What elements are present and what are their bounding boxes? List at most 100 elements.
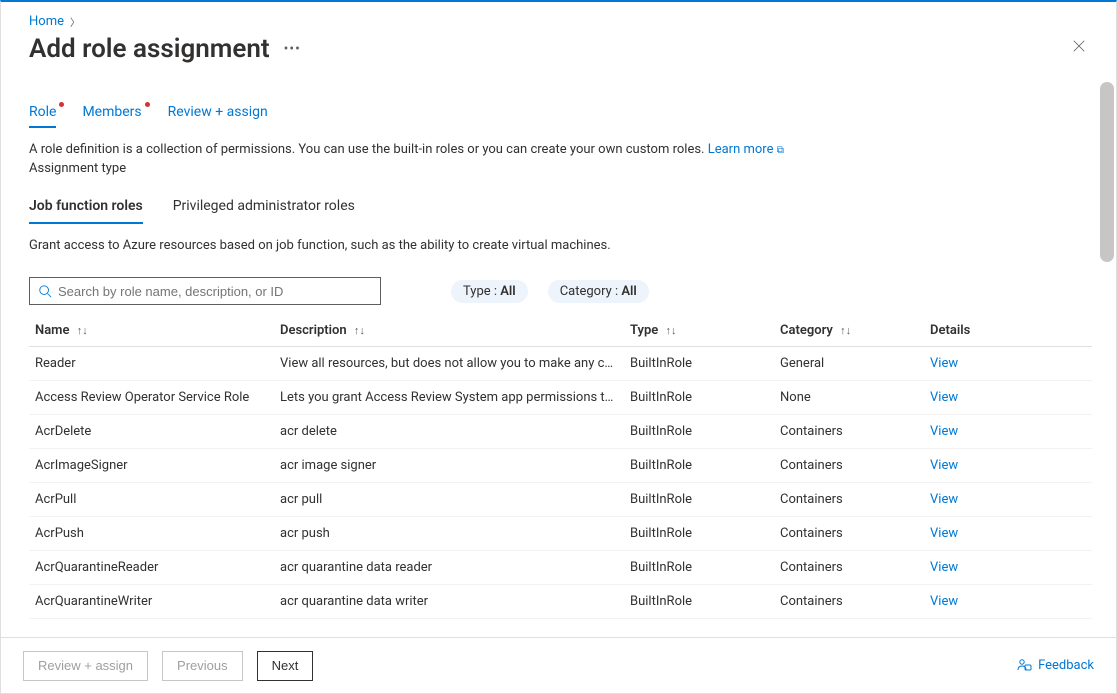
- tab-members-label: Members: [82, 104, 141, 120]
- cell-name: AcrImageSigner: [29, 449, 274, 483]
- cell-description: acr push: [274, 517, 624, 551]
- filter-type-pill[interactable]: Type : All: [451, 280, 528, 303]
- cell-details: View: [924, 415, 1092, 449]
- chevron-right-icon: 〉: [70, 14, 80, 29]
- cell-name: AcrPull: [29, 483, 274, 517]
- cell-type: BuiltInRole: [624, 449, 774, 483]
- search-icon: [38, 284, 52, 298]
- col-header-details: Details: [924, 315, 1092, 347]
- previous-button[interactable]: Previous: [162, 651, 243, 681]
- cell-description: acr image signer: [274, 449, 624, 483]
- cell-type: BuiltInRole: [624, 517, 774, 551]
- table-row[interactable]: AcrQuarantineWriteracr quarantine data w…: [29, 585, 1092, 619]
- cell-type: BuiltInRole: [624, 585, 774, 619]
- cell-type: BuiltInRole: [624, 483, 774, 517]
- role-type-tabs: Job function roles Privileged administra…: [29, 194, 1092, 224]
- roles-table: Name ↑↓ Description ↑↓ Type ↑↓ Category …: [29, 315, 1092, 619]
- cell-name: AcrPush: [29, 517, 274, 551]
- tab-members[interactable]: Members: [82, 104, 141, 128]
- tab-role[interactable]: Role: [29, 104, 56, 128]
- cell-details: View: [924, 585, 1092, 619]
- table-row[interactable]: Access Review Operator Service RoleLets …: [29, 381, 1092, 415]
- cell-name: AcrDelete: [29, 415, 274, 449]
- table-row[interactable]: AcrPullacr pullBuiltInRoleContainers View: [29, 483, 1092, 517]
- col-header-category[interactable]: Category ↑↓: [774, 315, 924, 347]
- view-link[interactable]: View: [930, 458, 958, 473]
- cell-name: Reader: [29, 347, 274, 381]
- assignment-type-label: Assignment type: [29, 161, 1092, 176]
- breadcrumb: Home 〉: [29, 14, 1092, 29]
- cell-details: View: [924, 551, 1092, 585]
- scrollbar[interactable]: [1100, 82, 1114, 262]
- cell-type: BuiltInRole: [624, 415, 774, 449]
- cell-details: View: [924, 517, 1092, 551]
- cell-details: View: [924, 347, 1092, 381]
- table-row[interactable]: AcrImageSigneracr image signerBuiltInRol…: [29, 449, 1092, 483]
- view-link[interactable]: View: [930, 356, 958, 371]
- tab-role-label: Role: [29, 104, 56, 120]
- view-link[interactable]: View: [930, 424, 958, 439]
- cell-details: View: [924, 449, 1092, 483]
- wizard-tabs: Role Members Review + assign: [29, 104, 1092, 128]
- sort-icon: ↑↓: [666, 324, 677, 337]
- role-description-line: A role definition is a collection of per…: [29, 142, 1092, 157]
- col-header-type[interactable]: Type ↑↓: [624, 315, 774, 347]
- view-link[interactable]: View: [930, 526, 958, 541]
- subtab-privileged[interactable]: Privileged administrator roles: [173, 194, 355, 224]
- close-icon: [1072, 39, 1086, 53]
- learn-more-link[interactable]: Learn more ⧉: [708, 142, 784, 157]
- cell-category: Containers: [774, 551, 924, 585]
- cell-description: Lets you grant Access Review System app …: [274, 381, 624, 415]
- page-title: Add role assignment: [29, 34, 270, 64]
- cell-type: BuiltInRole: [624, 347, 774, 381]
- cell-description: View all resources, but does not allow y…: [274, 347, 624, 381]
- table-row[interactable]: AcrDeleteacr deleteBuiltInRoleContainers…: [29, 415, 1092, 449]
- role-description-text: A role definition is a collection of per…: [29, 142, 708, 157]
- table-row[interactable]: AcrQuarantineReaderacr quarantine data r…: [29, 551, 1092, 585]
- cell-description: acr delete: [274, 415, 624, 449]
- cell-category: Containers: [774, 517, 924, 551]
- feedback-link[interactable]: Feedback: [1016, 658, 1094, 674]
- col-header-description[interactable]: Description ↑↓: [274, 315, 624, 347]
- cell-details: View: [924, 483, 1092, 517]
- cell-category: General: [774, 347, 924, 381]
- cell-category: Containers: [774, 415, 924, 449]
- col-header-name[interactable]: Name ↑↓: [29, 315, 274, 347]
- cell-category: Containers: [774, 585, 924, 619]
- view-link[interactable]: View: [930, 560, 958, 575]
- sort-icon: ↑↓: [354, 324, 365, 337]
- grant-description: Grant access to Azure resources based on…: [29, 238, 1092, 253]
- table-row[interactable]: ReaderView all resources, but does not a…: [29, 347, 1092, 381]
- view-link[interactable]: View: [930, 492, 958, 507]
- cell-type: BuiltInRole: [624, 381, 774, 415]
- cell-category: None: [774, 381, 924, 415]
- cell-details: View: [924, 381, 1092, 415]
- external-link-icon: ⧉: [777, 145, 784, 156]
- view-link[interactable]: View: [930, 390, 958, 405]
- cell-description: acr quarantine data reader: [274, 551, 624, 585]
- tab-review[interactable]: Review + assign: [168, 104, 268, 128]
- cell-description: acr pull: [274, 483, 624, 517]
- table-row[interactable]: AcrPushacr pushBuiltInRoleContainers View: [29, 517, 1092, 551]
- filter-category-pill[interactable]: Category : All: [548, 280, 649, 303]
- feedback-icon: [1016, 658, 1032, 674]
- search-input[interactable]: [58, 284, 372, 299]
- next-button[interactable]: Next: [257, 651, 314, 681]
- cell-description: acr quarantine data writer: [274, 585, 624, 619]
- tab-review-label: Review + assign: [168, 104, 268, 120]
- cell-name: Access Review Operator Service Role: [29, 381, 274, 415]
- more-icon[interactable]: •••: [284, 41, 301, 57]
- view-link[interactable]: View: [930, 594, 958, 609]
- search-input-wrapper[interactable]: [29, 277, 381, 305]
- subtab-job-function[interactable]: Job function roles: [29, 194, 143, 224]
- cell-name: AcrQuarantineReader: [29, 551, 274, 585]
- wizard-footer: Review + assign Previous Next Feedback: [1, 637, 1116, 693]
- cell-category: Containers: [774, 449, 924, 483]
- sort-icon: ↑↓: [840, 324, 851, 337]
- sort-icon: ↑↓: [77, 324, 88, 337]
- review-assign-button[interactable]: Review + assign: [23, 651, 148, 681]
- cell-category: Containers: [774, 483, 924, 517]
- cell-name: AcrQuarantineWriter: [29, 585, 274, 619]
- breadcrumb-home[interactable]: Home: [29, 14, 64, 29]
- close-button[interactable]: [1066, 33, 1092, 64]
